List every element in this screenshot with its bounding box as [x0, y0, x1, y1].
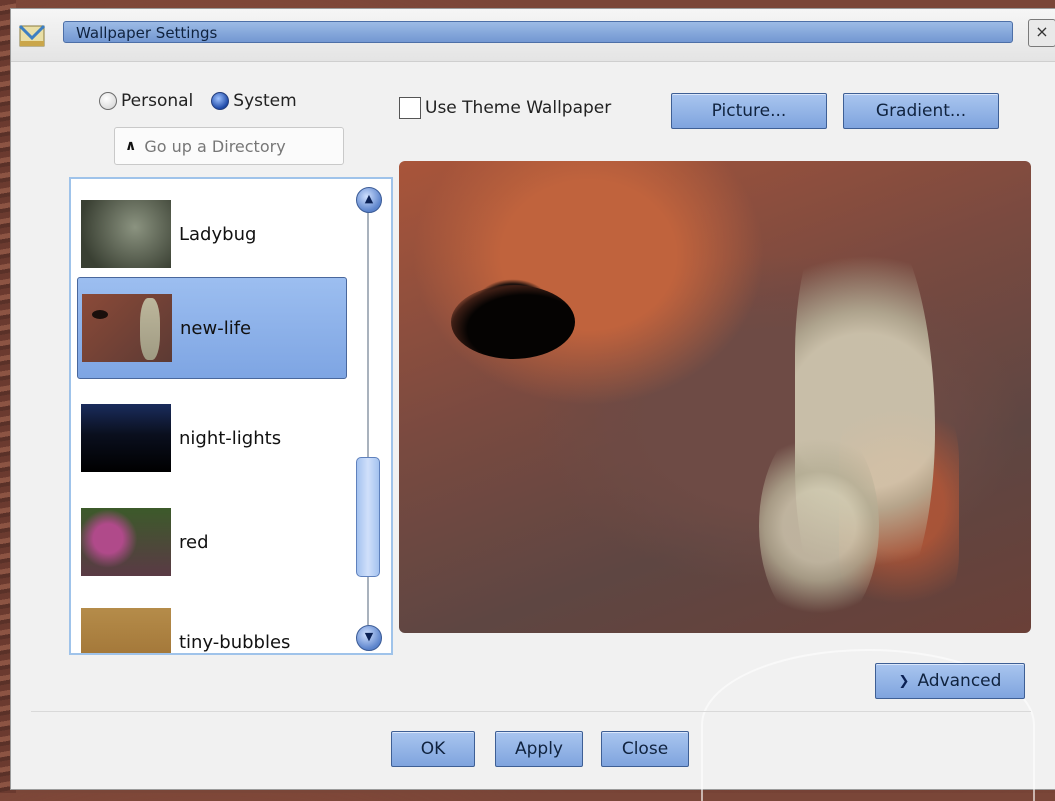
list-item[interactable]: night-lights: [77, 389, 347, 487]
wallpaper-name: Ladybug: [179, 223, 257, 245]
close-window-icon[interactable]: ×: [1028, 19, 1055, 47]
gradient-button[interactable]: Gradient...: [843, 93, 999, 129]
list-item[interactable]: tiny-bubbles: [77, 593, 347, 653]
radio-personal-label: Personal: [121, 91, 194, 111]
advanced-button[interactable]: ❯ Advanced: [875, 663, 1025, 699]
wallpaper-name: night-lights: [179, 427, 282, 449]
source-radio-group: Personal System: [99, 91, 297, 111]
radio-personal[interactable]: Personal: [99, 91, 193, 111]
wallpaper-name: tiny-bubbles: [179, 631, 291, 653]
radio-personal-indicator[interactable]: [99, 92, 117, 110]
go-up-directory-button[interactable]: ∧ Go up a Directory: [114, 127, 344, 165]
use-theme-wallpaper-label: Use Theme Wallpaper: [425, 98, 612, 118]
use-theme-wallpaper-checkbox[interactable]: [399, 97, 421, 119]
scroll-up-icon[interactable]: ▲: [356, 187, 382, 213]
advanced-button-label: Advanced: [917, 671, 1002, 691]
go-up-directory-label: Go up a Directory: [144, 136, 286, 156]
wallpaper-name: red: [179, 531, 209, 553]
chevron-right-icon: ❯: [898, 673, 910, 689]
scrollbar-thumb[interactable]: [356, 457, 380, 577]
list-item[interactable]: Ladybug: [77, 185, 347, 283]
window-title: Wallpaper Settings: [63, 21, 1013, 43]
wallpaper-thumbnail: [81, 608, 171, 653]
footer-divider: [31, 711, 1031, 712]
chevron-up-icon: ∧: [125, 138, 137, 154]
app-icon: [19, 24, 45, 47]
wallpaper-settings-window: Wallpaper Settings × Personal System ∧ G…: [10, 8, 1055, 801]
wallpaper-preview: [399, 161, 1031, 633]
wallpaper-thumbnail: [81, 404, 171, 472]
ok-button[interactable]: OK: [391, 731, 475, 767]
use-theme-wallpaper[interactable]: Use Theme Wallpaper: [399, 97, 611, 119]
picture-button[interactable]: Picture...: [671, 93, 827, 129]
preview-rock-hole: [451, 285, 575, 359]
wallpaper-name: new-life: [180, 317, 252, 339]
radio-system-label: System: [233, 91, 297, 111]
apply-button[interactable]: Apply: [495, 731, 583, 767]
radio-system-indicator[interactable]: [211, 92, 230, 110]
wallpaper-thumbnail: [81, 200, 171, 268]
wallpaper-list[interactable]: Ladybug new-life night-lights red tiny-b…: [69, 177, 393, 655]
scroll-down-icon[interactable]: ▼: [356, 625, 382, 651]
list-item-selected[interactable]: new-life: [77, 277, 347, 379]
list-item[interactable]: red: [77, 493, 347, 591]
list-scrollbar[interactable]: ▲ ▼: [353, 185, 383, 651]
preview-lichen: [759, 421, 879, 631]
wallpaper-thumbnail: [82, 294, 172, 362]
title-bar[interactable]: Wallpaper Settings ×: [11, 9, 1055, 62]
radio-system[interactable]: System: [211, 91, 297, 111]
close-button[interactable]: Close: [601, 731, 689, 767]
wallpaper-thumbnail: [81, 508, 171, 576]
